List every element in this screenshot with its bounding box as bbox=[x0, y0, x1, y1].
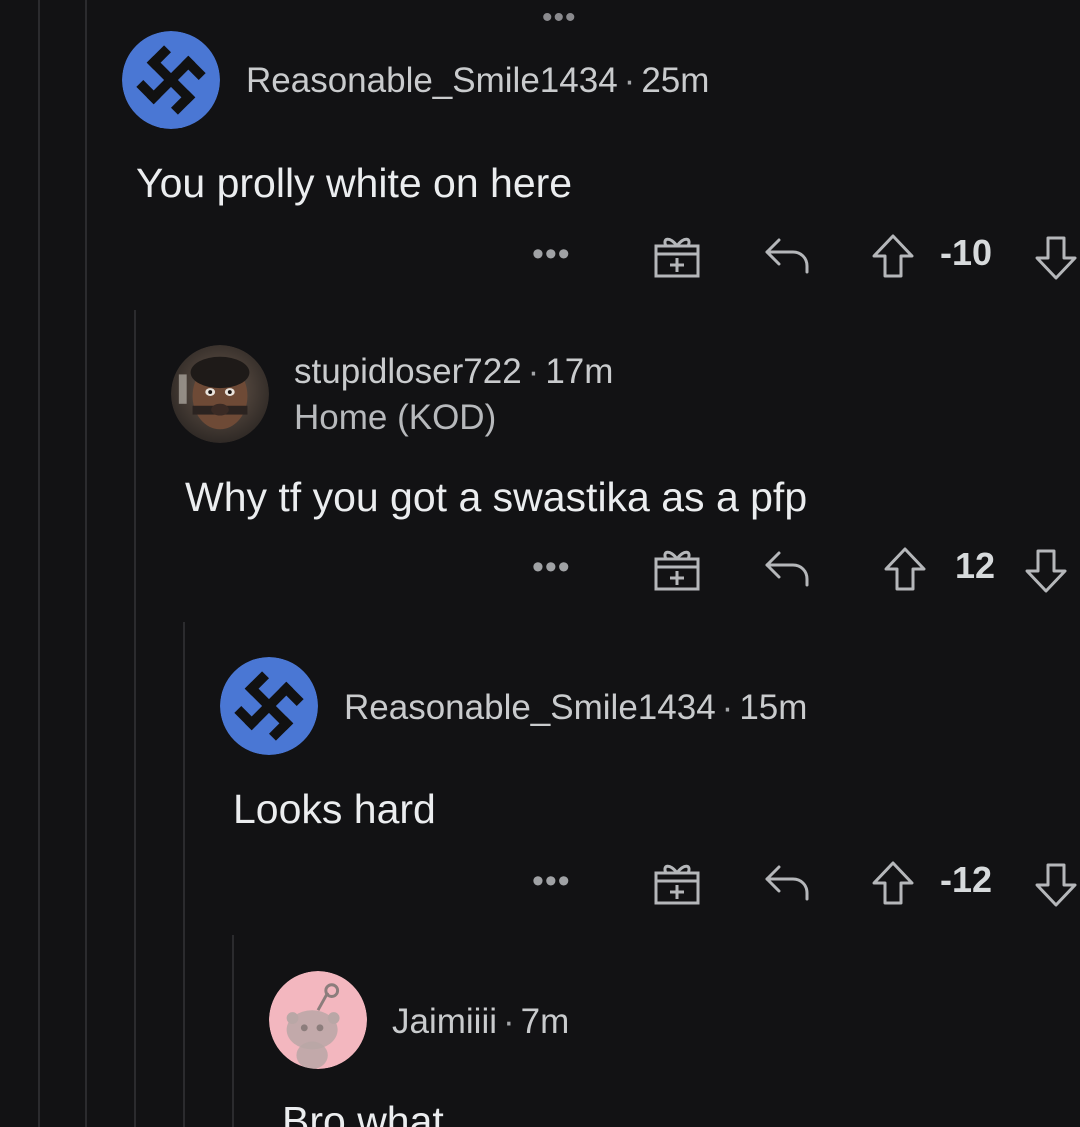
thread-line[interactable] bbox=[38, 0, 40, 1127]
timestamp: 17m bbox=[545, 352, 614, 391]
downvote-icon[interactable] bbox=[1023, 547, 1069, 595]
comment-meta: Jaimiiii · 7m bbox=[392, 1002, 569, 1042]
photo-avatar[interactable] bbox=[171, 345, 269, 443]
comment-actions: ••• bbox=[530, 228, 1080, 288]
thread-line[interactable] bbox=[134, 310, 136, 1127]
timestamp: 7m bbox=[520, 1002, 570, 1041]
downvote-icon[interactable] bbox=[1033, 861, 1079, 909]
timestamp: 15m bbox=[739, 688, 808, 727]
more-options-icon[interactable]: ••• bbox=[532, 547, 571, 587]
upvote-icon[interactable] bbox=[870, 232, 916, 280]
separator: · bbox=[503, 1002, 515, 1041]
reply-icon[interactable] bbox=[763, 232, 813, 278]
more-options-icon[interactable]: ••• bbox=[542, 3, 577, 33]
thread-line[interactable] bbox=[183, 622, 185, 1127]
separator: · bbox=[623, 61, 636, 100]
swastika-avatar[interactable] bbox=[122, 31, 220, 129]
award-icon[interactable] bbox=[652, 859, 702, 907]
username[interactable]: Reasonable_Smile1434 bbox=[344, 688, 716, 727]
thread-line[interactable] bbox=[85, 0, 87, 1127]
award-icon[interactable] bbox=[652, 232, 702, 280]
username[interactable]: Jaimiiii bbox=[392, 1002, 497, 1041]
snoo-avatar[interactable] bbox=[269, 971, 367, 1069]
vote-score: -12 bbox=[940, 859, 993, 900]
comment-actions: ••• bbox=[530, 541, 1080, 601]
swastika-avatar[interactable] bbox=[220, 657, 318, 755]
vote-score: 12 bbox=[955, 545, 996, 586]
upvote-icon[interactable] bbox=[882, 545, 928, 593]
separator: · bbox=[527, 352, 540, 391]
comment-body: Looks hard bbox=[233, 786, 436, 832]
reply-icon[interactable] bbox=[763, 859, 813, 905]
user-flair: Home (KOD) bbox=[294, 398, 497, 437]
username[interactable]: Reasonable_Smile1434 bbox=[246, 61, 618, 100]
downvote-icon[interactable] bbox=[1033, 234, 1079, 282]
comment-thread: ••• Reasonable_Smile1434 · 25m You prolly … bbox=[0, 0, 1080, 1127]
comment-meta: stupidloser722 · 17m bbox=[294, 352, 613, 392]
comment-actions: ••• bbox=[530, 855, 1080, 915]
comment-meta: Reasonable_Smile1434 · 15m bbox=[344, 688, 807, 728]
more-options-icon[interactable]: ••• bbox=[532, 861, 571, 901]
thread-line[interactable] bbox=[232, 935, 234, 1127]
award-icon[interactable] bbox=[652, 545, 702, 593]
upvote-icon[interactable] bbox=[870, 859, 916, 907]
comment-meta: Reasonable_Smile1434 · 25m bbox=[246, 61, 709, 101]
reply-icon[interactable] bbox=[763, 545, 813, 591]
comment-body: Why tf you got a swastika as a pfp bbox=[185, 474, 808, 520]
vote-score: -10 bbox=[940, 232, 993, 273]
comment-body: Bro what bbox=[282, 1098, 444, 1127]
more-options-icon[interactable]: ••• bbox=[532, 234, 571, 274]
timestamp: 25m bbox=[641, 61, 710, 100]
comment-body: You prolly white on here bbox=[136, 160, 573, 206]
separator: · bbox=[721, 688, 734, 727]
username[interactable]: stupidloser722 bbox=[294, 352, 522, 391]
